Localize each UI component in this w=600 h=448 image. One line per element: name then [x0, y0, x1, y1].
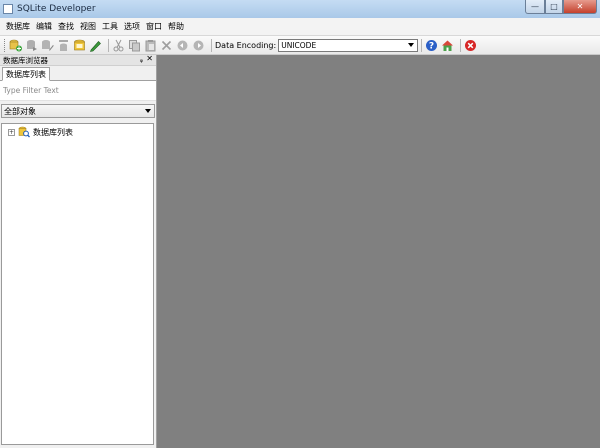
pencil-icon[interactable]	[89, 39, 102, 52]
stop-icon[interactable]	[464, 39, 477, 52]
menu-find[interactable]: 查找	[55, 21, 77, 32]
svg-text:?: ?	[429, 41, 434, 51]
database-properties-icon[interactable]	[73, 39, 86, 52]
object-type-select[interactable]: 全部对象	[1, 104, 155, 118]
delete-icon[interactable]	[160, 39, 173, 52]
toolbar-separator	[108, 38, 109, 52]
filter-input[interactable]	[3, 86, 153, 95]
home-icon[interactable]	[441, 39, 454, 52]
help-icon[interactable]: ?	[425, 39, 438, 52]
menu-tools[interactable]: 工具	[99, 21, 121, 32]
encoding-value: UNICODE	[281, 40, 317, 50]
remove-database-icon[interactable]	[57, 39, 70, 52]
menu-window[interactable]: 窗口	[143, 21, 165, 32]
expand-icon[interactable]: +	[8, 128, 15, 136]
database-tree[interactable]: + 数据库列表	[1, 123, 154, 445]
cut-icon[interactable]	[112, 39, 125, 52]
redo-icon[interactable]	[192, 39, 205, 52]
window-title: SQLite Developer	[17, 4, 96, 14]
panel-title: 数据库浏览器	[3, 55, 48, 65]
chevron-down-icon	[145, 109, 151, 113]
maximize-button[interactable]: □	[545, 0, 563, 14]
paste-icon[interactable]	[144, 39, 157, 52]
pin-icon[interactable]: ᵩ	[140, 55, 143, 64]
toolbar: Data Encoding: UNICODE ?	[0, 36, 600, 55]
close-window-button[interactable]: ✕	[563, 0, 597, 14]
tree-item-database-list[interactable]: + 数据库列表	[2, 125, 153, 139]
toolbar-grip[interactable]	[4, 38, 6, 52]
encoding-select[interactable]: UNICODE	[278, 38, 419, 52]
copy-icon[interactable]	[128, 39, 141, 52]
undo-icon[interactable]	[176, 39, 189, 52]
toolbar-separator	[421, 38, 423, 52]
filter-field	[0, 81, 156, 101]
mdi-workspace	[157, 55, 600, 448]
tree-item-label: 数据库列表	[33, 127, 73, 137]
close-icon[interactable]: ✕	[146, 54, 153, 63]
menu-help[interactable]: 帮助	[165, 21, 187, 32]
toolbar-separator	[460, 38, 462, 52]
chevron-down-icon	[408, 42, 415, 47]
menu-edit[interactable]: 编辑	[33, 21, 55, 32]
menu-bar: 数据库 编辑 查找 视图 工具 选项 窗口 帮助	[0, 18, 600, 36]
window-controls: — □ ✕	[525, 0, 597, 14]
edit-database-icon[interactable]	[41, 39, 54, 52]
minimize-button[interactable]: —	[525, 0, 545, 14]
menu-options[interactable]: 选项	[121, 21, 143, 32]
app-icon	[3, 4, 13, 14]
database-browser-panel: 数据库浏览器 ᵩ ✕ 数据库列表 全部对象 + 数据库列表	[0, 54, 157, 448]
menu-database[interactable]: 数据库	[3, 21, 33, 32]
panel-header: 数据库浏览器 ᵩ ✕	[0, 54, 156, 66]
panel-tab-row: 数据库列表	[0, 66, 156, 81]
toolbar-separator	[211, 38, 212, 52]
add-database-icon[interactable]	[9, 39, 22, 52]
title-bar: SQLite Developer — □ ✕	[0, 0, 600, 18]
menu-view[interactable]: 视图	[77, 21, 99, 32]
encoding-label: Data Encoding:	[215, 40, 277, 50]
object-type-value: 全部对象	[4, 106, 36, 116]
tab-database-list[interactable]: 数据库列表	[2, 67, 50, 81]
open-database-icon[interactable]	[25, 39, 38, 52]
database-search-icon	[18, 126, 30, 138]
